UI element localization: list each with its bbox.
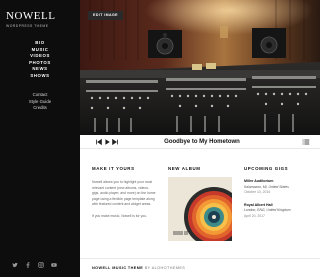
nav-item-contact[interactable]: Contact xyxy=(0,92,80,99)
nav-item-bio[interactable]: BIO xyxy=(0,40,80,47)
gig-date: April 20, 2017 xyxy=(244,213,265,218)
nav-item-videos[interactable]: VIDEOS xyxy=(0,53,80,60)
secondary-nav: Contact Style Guide Credits xyxy=(0,92,80,112)
widget-paragraph: If you make music, Nowell is for you. xyxy=(92,213,148,218)
make-it-yours-widget: MAKE IT YOURS Nowell allows you to highl… xyxy=(92,166,157,219)
social-links xyxy=(12,262,57,268)
playlist-icon[interactable] xyxy=(302,138,310,146)
audio-player: Goodbye to My Hometown xyxy=(80,135,320,149)
gig-date: October 10, 2016 xyxy=(244,190,271,194)
footer-byline[interactable]: BY ALOHOTHEMES xyxy=(145,266,186,270)
widget-heading: MAKE IT YOURS xyxy=(92,166,135,171)
sidebar: NOWELL WORDPRESS THEME BIO MUSIC VIDEOS … xyxy=(0,0,80,277)
studio-photo xyxy=(80,0,320,135)
nav-item-style-guide[interactable]: Style Guide xyxy=(0,99,80,106)
widget-heading: UPCOMING GIGS xyxy=(244,166,289,171)
nav-item-photos[interactable]: PHOTOS xyxy=(0,60,80,67)
nav-item-shows[interactable]: SHOWS xyxy=(0,73,80,80)
nav-item-credits[interactable]: Credits xyxy=(0,105,80,112)
track-title: Goodbye to My Hometown xyxy=(164,139,240,145)
nav-item-news[interactable]: NEWS xyxy=(0,66,80,73)
hero-image: EDIT IMAGE xyxy=(80,0,320,135)
footer-credit: NOWELL MUSIC THEME BY ALOHOTHEMES xyxy=(92,266,185,270)
upcoming-gigs-widget: UPCOMING GIGS Miller Auditorium Kalamazo… xyxy=(244,166,309,219)
twitter-icon[interactable] xyxy=(12,262,18,268)
new-album-widget: NEW ALBUM xyxy=(168,166,233,241)
site-tagline: WORDPRESS THEME xyxy=(6,24,49,28)
main-nav: BIO MUSIC VIDEOS PHOTOS NEWS SHOWS xyxy=(0,40,80,80)
widget-heading: NEW ALBUM xyxy=(168,166,201,171)
footer-theme-name[interactable]: NOWELL MUSIC THEME xyxy=(92,266,143,270)
youtube-icon[interactable] xyxy=(51,262,57,268)
edit-image-button[interactable]: EDIT IMAGE xyxy=(88,11,123,20)
nav-item-music[interactable]: MUSIC xyxy=(0,47,80,54)
footer: NOWELL MUSIC THEME BY ALOHOTHEMES xyxy=(80,258,320,277)
next-track-icon[interactable] xyxy=(111,138,119,146)
page: NOWELL WORDPRESS THEME BIO MUSIC VIDEOS … xyxy=(0,0,320,277)
previous-track-icon[interactable] xyxy=(95,138,103,146)
facebook-icon[interactable] xyxy=(25,262,31,268)
play-icon[interactable] xyxy=(103,138,111,146)
instagram-icon[interactable] xyxy=(38,262,44,268)
site-title[interactable]: NOWELL xyxy=(6,10,55,22)
album-cover[interactable] xyxy=(168,177,232,241)
gig-item[interactable]: Royal Albert Hall London, ENG, United Ki… xyxy=(244,203,309,220)
gig-item[interactable]: Miller Auditorium Kalamazoo, MI, United … xyxy=(244,179,309,196)
widget-paragraph: Nowell allows you to highlight your most… xyxy=(92,180,156,206)
